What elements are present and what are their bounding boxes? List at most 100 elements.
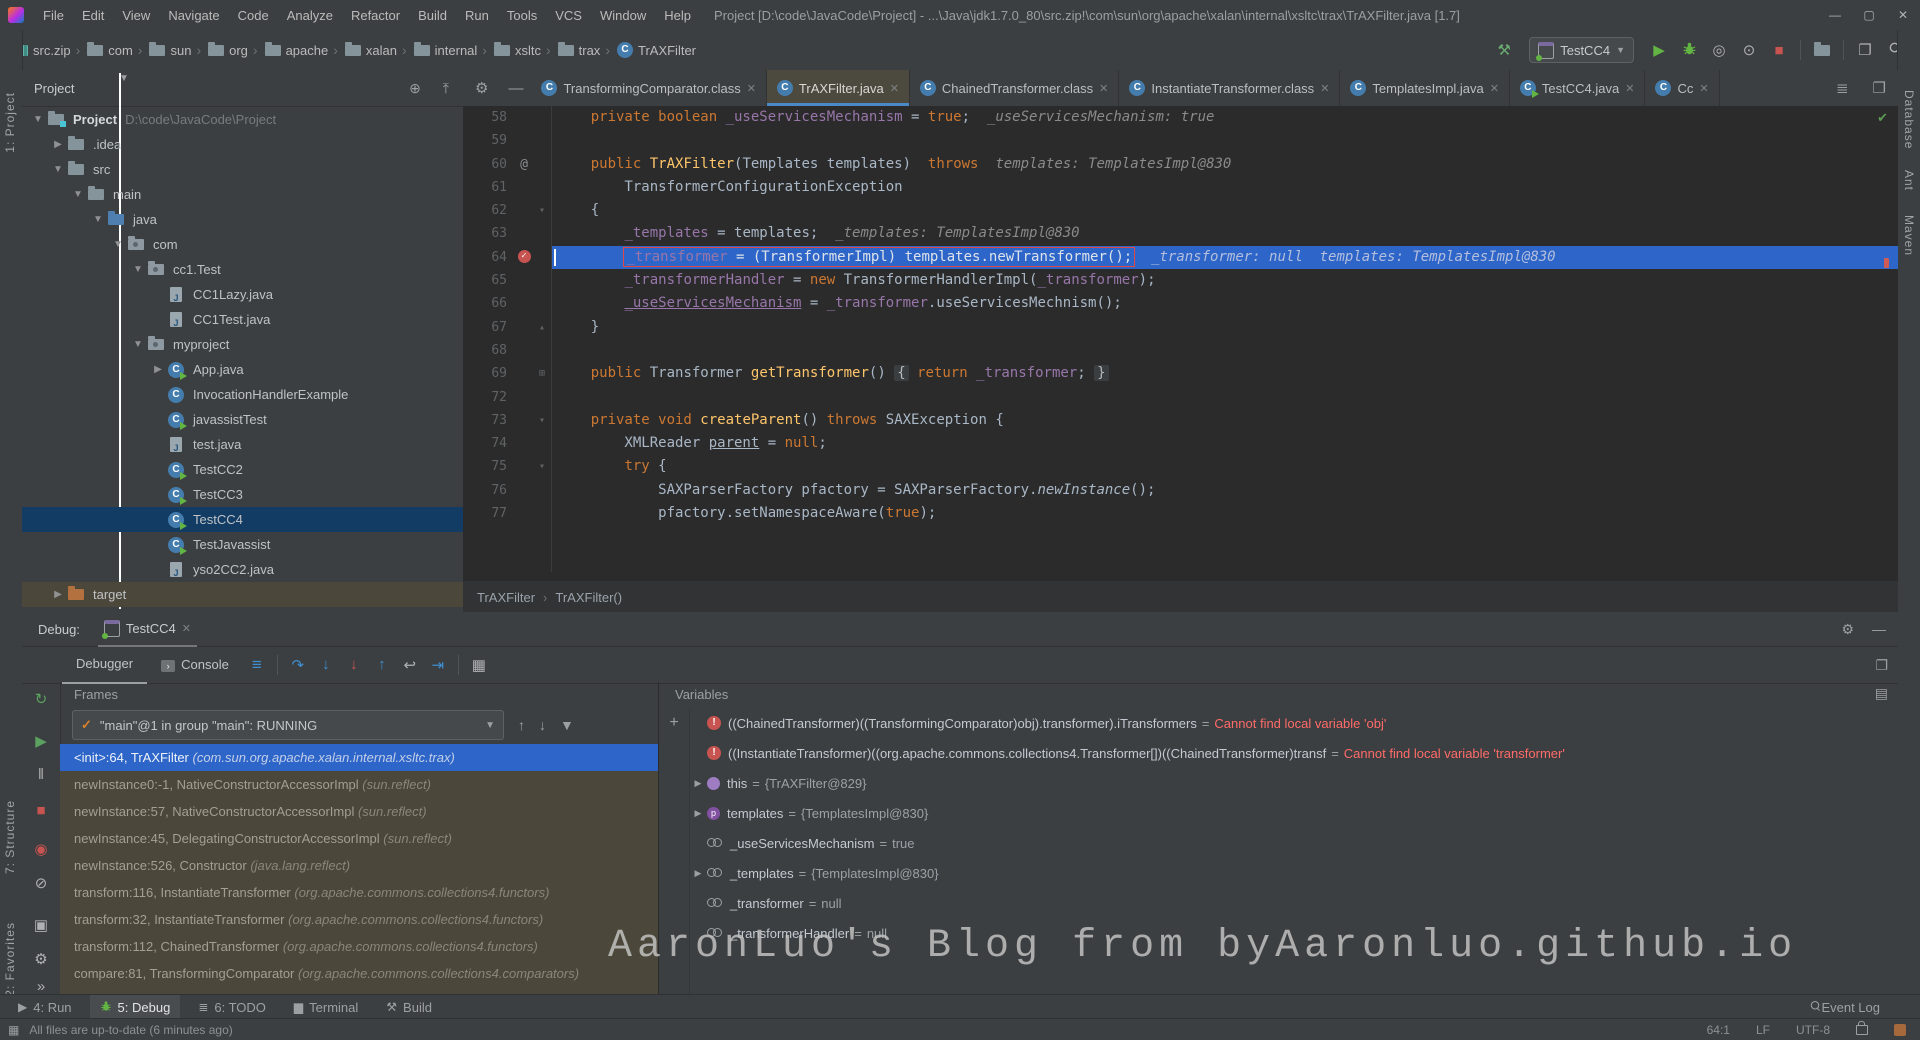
variable-row[interactable]: _transformer=null	[689, 888, 1898, 918]
frame-row[interactable]: compare:81, TransformingComparator (org.…	[60, 960, 658, 987]
debug-session-tab[interactable]: TestCC4 ✕	[98, 612, 197, 647]
menu-item-run[interactable]: Run	[456, 8, 498, 23]
gear-icon[interactable]: ⚙	[1841, 621, 1854, 638]
minimize-button[interactable]: —	[1818, 0, 1852, 30]
profiler-button[interactable]: ⊙	[1736, 41, 1762, 59]
close-icon[interactable]: ✕	[1320, 82, 1329, 95]
tree-item-test-java[interactable]: test.java	[22, 432, 463, 457]
variables-view-options-icon[interactable]: ▤	[1875, 685, 1888, 702]
ide-theme-icon[interactable]	[1894, 1024, 1906, 1036]
tree-item-invocationhandlerexample[interactable]: CInvocationHandlerExample	[22, 382, 463, 407]
tree-expand-icon[interactable]: ▼	[30, 114, 46, 125]
variable-row[interactable]: ▶this={TrAXFilter@829}	[689, 768, 1898, 798]
caret-position[interactable]: 64:1	[1707, 1023, 1730, 1037]
tree-item-cc1lazy-java[interactable]: CC1Lazy.java	[22, 282, 463, 307]
fold-marker[interactable]: ▴	[534, 316, 550, 339]
variable-row[interactable]: ▶ptemplates={TemplatesImpl@830}	[689, 798, 1898, 828]
inspection-ok-icon[interactable]: ✔	[1877, 110, 1888, 126]
frames-filter-icon[interactable]: ▼	[560, 717, 574, 733]
breadcrumb-item[interactable]: xsltc	[494, 43, 543, 58]
menu-item-code[interactable]: Code	[229, 8, 278, 23]
close-icon[interactable]: ✕	[747, 82, 756, 95]
breadcrumb-item[interactable]: sun	[149, 43, 193, 58]
tree-expand-icon[interactable]: ▼	[90, 214, 106, 225]
fold-marker[interactable]: ▾	[534, 409, 550, 432]
run-configuration-select[interactable]: TestCC4▼	[1529, 37, 1634, 63]
tool-window-button-6-todo[interactable]: ≣6: TODO	[188, 995, 276, 1019]
error-stripe-mark[interactable]	[1884, 258, 1889, 268]
menu-item-vcs[interactable]: VCS	[546, 8, 591, 23]
thread-dropdown[interactable]: ✓ "main"@1 in group "main": RUNNING ▼	[72, 710, 504, 740]
frame-row[interactable]: newInstance0:-1, NativeConstructorAccess…	[60, 771, 658, 798]
tree-item-com[interactable]: ▼com	[22, 232, 463, 257]
editor-tab-templatesimpl-java[interactable]: CTemplatesImpl.java✕	[1340, 70, 1510, 106]
editor-tab-traxfilter-java[interactable]: CTrAXFilter.java✕	[767, 70, 910, 106]
split-editor-icon[interactable]: ❐	[1861, 79, 1898, 97]
tree-item-myproject[interactable]: ▼myproject	[22, 332, 463, 357]
menu-item-file[interactable]: File	[34, 8, 73, 23]
tree-expand-icon[interactable]: ▼	[110, 239, 126, 250]
variable-row[interactable]: ▶_templates={TemplatesImpl@830}	[689, 858, 1898, 888]
tool-button-ant[interactable]: Ant	[1902, 170, 1916, 191]
menu-item-tools[interactable]: Tools	[498, 8, 546, 23]
frame-row[interactable]: transform:112, ChainedTransformer (org.a…	[60, 933, 658, 960]
open-in-icon[interactable]	[1809, 42, 1835, 59]
menu-item-help[interactable]: Help	[655, 8, 700, 23]
tool-button-structure[interactable]: 7: Structure	[3, 800, 17, 874]
code-area[interactable]: 58 private boolean _useServicesMechanism…	[463, 106, 1898, 572]
presentation-icon[interactable]: ❐	[1852, 41, 1878, 59]
line-ending[interactable]: LF	[1756, 1023, 1770, 1037]
step-into-icon[interactable]: ↓	[312, 656, 340, 674]
tree-item-testjavassist[interactable]: CTestJavassist	[22, 532, 463, 557]
stop-icon[interactable]: ■	[22, 802, 60, 819]
tab-console[interactable]: ›Console	[147, 647, 243, 683]
breadcrumb-class[interactable]: TrAXFilter	[477, 590, 535, 605]
rerun-icon[interactable]: ↻	[22, 690, 60, 708]
run-button[interactable]: ▶	[1646, 41, 1672, 59]
variable-row[interactable]: !((InstantiateTransformer)((org.apache.c…	[689, 738, 1898, 768]
project-panel-title[interactable]: Project	[34, 81, 74, 96]
event-log-button[interactable]: Event Log	[1809, 1000, 1880, 1015]
collapse-all-icon[interactable]: ⤒	[443, 80, 449, 97]
run-to-cursor-icon[interactable]: ⇥	[424, 656, 452, 674]
more-icon[interactable]: »	[22, 978, 60, 994]
layout-options-icon[interactable]: ≡	[243, 655, 271, 675]
expand-icon[interactable]: ▶	[689, 808, 707, 819]
breadcrumb-item[interactable]: xalan	[345, 43, 399, 58]
pause-icon[interactable]: ‖	[22, 766, 60, 783]
breadcrumb-item[interactable]: CTrAXFilter	[617, 42, 698, 58]
force-step-into-icon[interactable]: ↓	[340, 656, 368, 674]
tree-collapse-icon[interactable]: ▶	[50, 139, 66, 150]
step-over-icon[interactable]: ↷	[284, 656, 312, 674]
add-watch-icon[interactable]: +	[669, 714, 678, 731]
variable-row[interactable]: !((ChainedTransformer)((TransformingComp…	[689, 708, 1898, 738]
editor-tab-chainedtransformer-class[interactable]: CChainedTransformer.class✕	[910, 70, 1119, 106]
frame-row[interactable]: siftDownUsingComparator:699, PriorityQue…	[60, 987, 658, 994]
fold-marker[interactable]: ▾	[534, 199, 550, 222]
close-icon[interactable]: ✕	[1625, 82, 1634, 95]
file-encoding[interactable]: UTF-8	[1796, 1023, 1830, 1037]
frame-row[interactable]: newInstance:57, NativeConstructorAccesso…	[60, 798, 658, 825]
tool-window-button-5-debug[interactable]: 5: Debug	[90, 995, 181, 1019]
frame-row[interactable]: transform:32, InstantiateTransformer (or…	[60, 906, 658, 933]
restore-layout-icon[interactable]: ❐	[1875, 657, 1888, 674]
tree-item-app-java[interactable]: ▶CApp.java	[22, 357, 463, 382]
tree-expand-icon[interactable]: ▼	[130, 264, 146, 275]
editor-tab-cc[interactable]: CCc✕	[1645, 70, 1719, 106]
frame-row[interactable]: newInstance:45, DelegatingConstructorAcc…	[60, 825, 658, 852]
debug-button[interactable]	[1676, 41, 1702, 60]
menu-item-build[interactable]: Build	[409, 8, 456, 23]
build-hammer-icon[interactable]: ⚒	[1491, 41, 1517, 59]
tree-item-src[interactable]: ▼src	[22, 157, 463, 182]
variable-row[interactable]: _useServicesMechanism=true	[689, 828, 1898, 858]
tool-button-maven[interactable]: Maven	[1902, 215, 1916, 256]
tree-item-testcc2[interactable]: CTestCC2	[22, 457, 463, 482]
tree-expand-icon[interactable]: ▼	[130, 339, 146, 350]
lock-icon[interactable]	[1856, 1025, 1868, 1035]
expand-icon[interactable]: ▶	[689, 868, 707, 879]
variable-row[interactable]: _transformerHandler=null	[689, 918, 1898, 948]
tool-window-button-build[interactable]: ⚒Build	[376, 995, 442, 1019]
menu-item-window[interactable]: Window	[591, 8, 655, 23]
view-breakpoints-icon[interactable]: ◉	[22, 840, 60, 858]
tree-collapse-icon[interactable]: ▶	[50, 589, 66, 600]
